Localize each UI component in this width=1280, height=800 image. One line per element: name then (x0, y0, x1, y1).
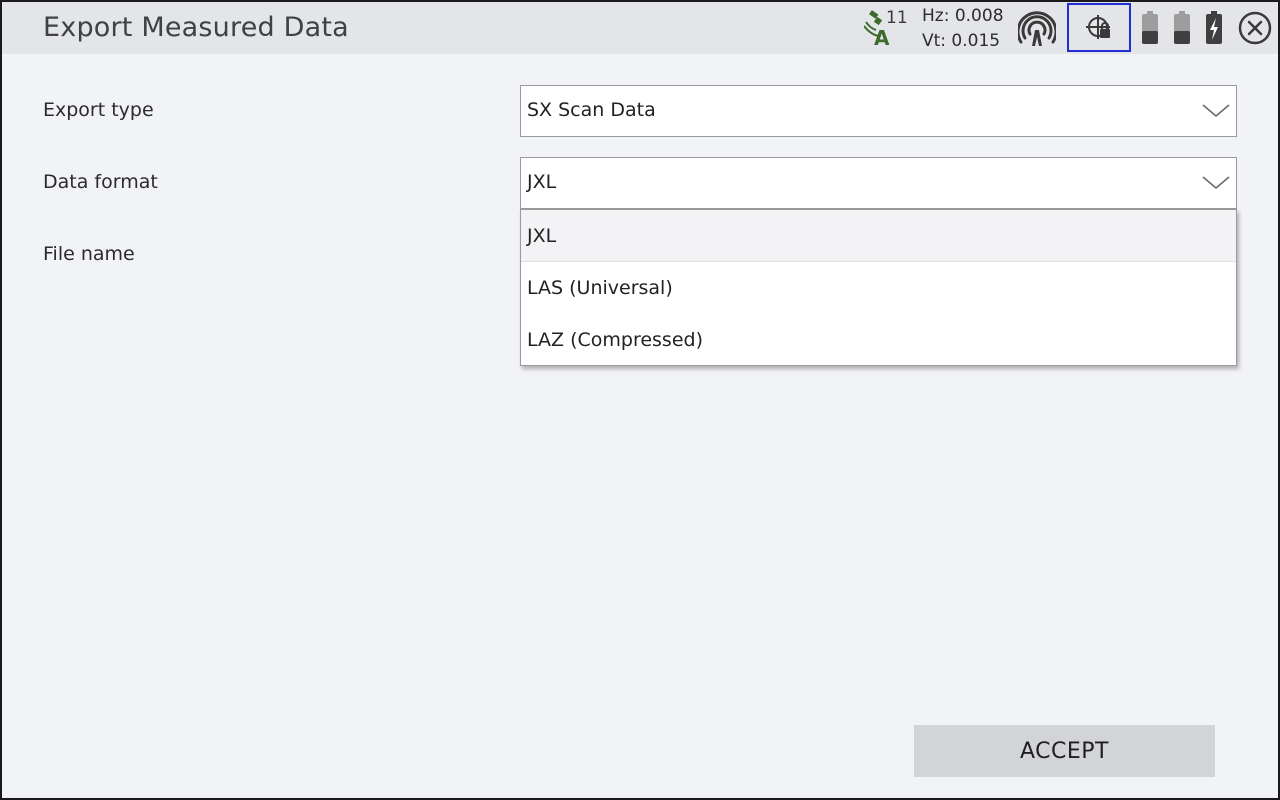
page-title: Export Measured Data (43, 12, 349, 43)
radio-signal-icon[interactable] (1018, 10, 1056, 48)
data-format-select[interactable]: JXL (520, 157, 1237, 209)
app-window: Export Measured Data A 11 Hz: 0.008 Vt: … (2, 2, 1278, 798)
battery-icon[interactable] (1141, 11, 1159, 45)
export-type-value: SX Scan Data (527, 99, 656, 121)
angle-readout: Hz: 0.008 Vt: 0.015 (922, 4, 1004, 56)
close-icon[interactable] (1238, 11, 1272, 45)
export-type-label: Export type (43, 99, 154, 121)
satellite-count: 11 (886, 8, 908, 28)
file-name-label: File name (43, 243, 135, 265)
data-format-label: Data format (43, 171, 158, 193)
data-format-value: JXL (527, 171, 557, 193)
dropdown-option-laz[interactable]: LAZ (Compressed) (521, 314, 1236, 366)
target-lock-icon (1086, 15, 1110, 39)
dropdown-option-jxl[interactable]: JXL (521, 210, 1236, 262)
battery-charging-icon[interactable] (1205, 11, 1223, 45)
dropdown-option-las[interactable]: LAS (Universal) (521, 262, 1236, 314)
data-format-dropdown: JXL LAS (Universal) LAZ (Compressed) (520, 209, 1237, 366)
vt-value: Vt: 0.015 (922, 31, 1001, 51)
hz-value: Hz: 0.008 (922, 6, 1004, 26)
svg-text:A: A (874, 26, 890, 48)
chevron-down-icon (1202, 176, 1230, 190)
title-bar: Export Measured Data A 11 Hz: 0.008 Vt: … (2, 2, 1278, 54)
target-lock-button[interactable] (1067, 3, 1131, 52)
battery-icon[interactable] (1173, 11, 1191, 45)
export-type-select[interactable]: SX Scan Data (520, 85, 1237, 137)
satellite-status[interactable]: A 11 (864, 6, 912, 50)
accept-button[interactable]: ACCEPT (914, 725, 1215, 777)
chevron-down-icon (1202, 104, 1230, 118)
